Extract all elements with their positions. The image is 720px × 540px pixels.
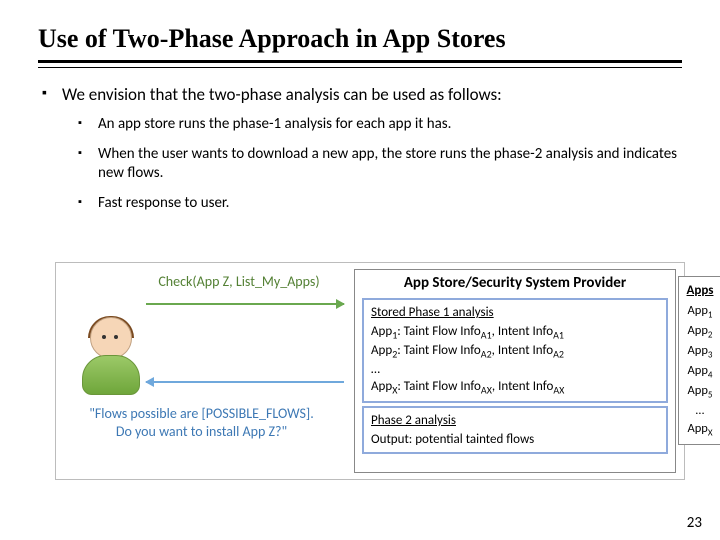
phase1-row-dots: … — [371, 361, 659, 379]
phase1-row-x: AppX: Taint Flow InfoAX, Intent InfoAX — [371, 378, 659, 397]
apps-item-1: App1 — [679, 302, 720, 322]
bullet-sub-1: An app store runs the phase-1 analysis f… — [78, 115, 682, 135]
apps-list-box: Apps App1 App2 App3 App4 App5 … AppX — [678, 276, 720, 445]
bullet-sub-3: Fast response to user. — [78, 194, 682, 214]
response-arrow-icon — [146, 381, 344, 383]
apps-header: Apps — [679, 281, 720, 301]
request-arrow-icon — [146, 303, 344, 305]
phase1-row-2: App2: Taint Flow InfoA2, Intent InfoA2 — [371, 342, 659, 361]
phase2-output: Output: potential tainted flows — [371, 431, 659, 449]
bullet-sub-2: When the user wants to download a new ap… — [78, 145, 682, 184]
bullet-main: We envision that the two-phase analysis … — [40, 84, 682, 105]
response-label: "Flows possible are [POSSIBLE_FLOWS]. Do… — [84, 405, 319, 440]
check-request-label: Check(App Z, List_My_Apps) — [144, 273, 334, 291]
phase2-panel: Phase 2 analysis Output: potential taint… — [362, 406, 668, 454]
page-number: 23 — [687, 514, 702, 532]
apps-item-dots: … — [679, 402, 720, 421]
provider-title: App Store/Security System Provider — [355, 270, 675, 295]
title-underline — [38, 67, 682, 68]
apps-item-x: AppX — [679, 420, 720, 440]
user-avatar-icon — [81, 317, 141, 397]
slide-title: Use of Two-Phase Approach in App Stores — [38, 24, 682, 63]
architecture-diagram: Check(App Z, List_My_Apps) "Flows possib… — [55, 262, 685, 480]
phase1-header: Stored Phase 1 analysis — [371, 304, 659, 322]
apps-item-4: App4 — [679, 362, 720, 382]
phase1-row-1: App1: Taint Flow InfoA1, Intent InfoA1 — [371, 323, 659, 342]
apps-item-2: App2 — [679, 322, 720, 342]
provider-box: App Store/Security System Provider Store… — [354, 269, 676, 473]
phase1-panel: Stored Phase 1 analysis App1: Taint Flow… — [362, 298, 668, 403]
apps-item-3: App3 — [679, 342, 720, 362]
phase2-header: Phase 2 analysis — [371, 412, 659, 430]
apps-item-5: App5 — [679, 382, 720, 402]
